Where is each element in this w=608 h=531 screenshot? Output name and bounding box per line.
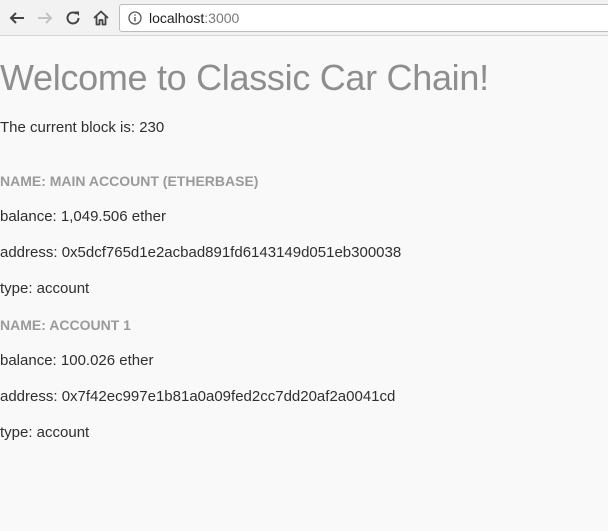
home-icon [93, 10, 109, 26]
account-balance: balance: 100.026 ether [0, 352, 154, 369]
account-type: type: account [0, 424, 90, 441]
back-arrow-icon [9, 12, 24, 24]
account-balance: balance: 1,049.506 ether [0, 208, 166, 225]
reload-button[interactable] [62, 7, 84, 29]
browser-toolbar: localhost:3000 [0, 0, 608, 36]
url-host: localhost [149, 10, 205, 26]
url-port: :3000 [204, 10, 240, 26]
back-button[interactable] [6, 7, 28, 29]
account-address: address: 0x7f42ec997e1b81a0a09fed2cc7dd2… [0, 388, 396, 405]
account-address: address: 0x5dcf765d1e2acbad891fd6143149d… [0, 244, 402, 261]
home-button[interactable] [90, 7, 112, 29]
page-title: Welcome to Classic Car Chain! [0, 57, 489, 98]
page-content: Welcome to Classic Car Chain! The curren… [0, 36, 608, 531]
forward-button[interactable] [34, 7, 56, 29]
account-type: type: account [0, 280, 90, 297]
forward-arrow-icon [38, 12, 53, 24]
reload-icon [66, 11, 80, 25]
address-bar[interactable]: localhost:3000 [119, 4, 608, 32]
url-text[interactable]: localhost:3000 [149, 10, 239, 27]
account-name: NAME: MAIN ACCOUNT (ETHERBASE) [0, 173, 259, 189]
current-block-text: The current block is: 230 [0, 119, 165, 136]
account-name: NAME: ACCOUNT 1 [0, 317, 131, 333]
info-icon[interactable] [128, 11, 142, 25]
